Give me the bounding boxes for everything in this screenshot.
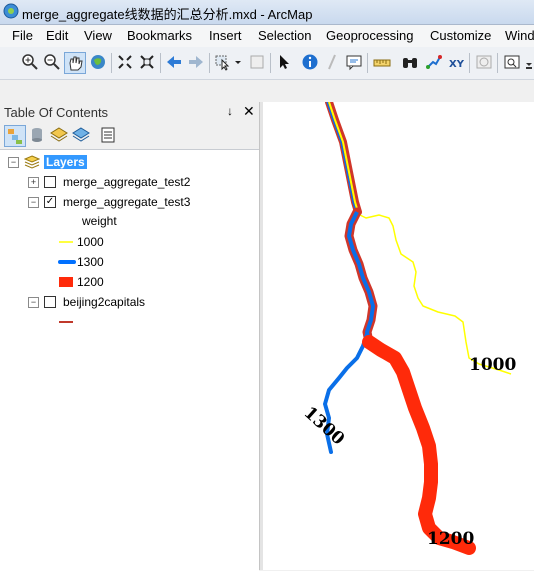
menu-view[interactable]: View xyxy=(84,28,112,43)
go-to-xy-icon[interactable]: XY xyxy=(446,52,466,72)
list-by-source-icon[interactable] xyxy=(27,125,47,145)
svg-text:XY: XY xyxy=(449,59,465,70)
route-1200 xyxy=(362,335,476,555)
toc-toolbar xyxy=(0,123,259,147)
legend-class-label: 1000 xyxy=(77,235,104,249)
fixed-zoom-out-icon[interactable] xyxy=(137,52,157,72)
list-by-selection-icon[interactable] xyxy=(71,125,91,145)
layer-visibility-checkbox[interactable] xyxy=(44,176,56,188)
toolbar-separator xyxy=(367,53,368,73)
legend-field-label: weight xyxy=(82,214,117,228)
measure-icon[interactable] xyxy=(372,52,392,72)
layer-name[interactable]: merge_aggregate_test3 xyxy=(63,195,190,209)
layer-row[interactable]: − beijing2capitals xyxy=(28,294,253,312)
back-icon[interactable] xyxy=(164,52,184,72)
toc-title: Table Of Contents xyxy=(4,105,109,120)
title-bar: merge_aggregate线数据的汇总分析.mxd - ArcMap xyxy=(0,0,534,25)
select-features-icon[interactable] xyxy=(213,52,233,72)
hyperlink-icon[interactable] xyxy=(322,52,342,72)
legend-symbol xyxy=(59,277,73,287)
arcmap-app-icon xyxy=(3,3,19,19)
tools-toolbar: XY xyxy=(0,47,534,80)
toolbar-separator xyxy=(160,53,161,73)
fixed-zoom-in-icon[interactable] xyxy=(115,52,135,72)
toc-tree: − Layers + merge_aggregate_test2 − ✓ mer… xyxy=(0,149,259,571)
list-by-drawing-order-icon[interactable] xyxy=(4,125,26,147)
legend-class-row[interactable] xyxy=(58,314,98,332)
collapse-icon[interactable]: − xyxy=(28,197,39,208)
toolbar-separator xyxy=(209,53,210,73)
layers-icon xyxy=(24,155,40,169)
menu-file[interactable]: File xyxy=(12,28,33,43)
map-canvas[interactable]: 1000 1300 1200 xyxy=(263,102,534,570)
map-view[interactable]: 1000 1300 1200 xyxy=(263,102,534,570)
legend-class-label: 1300 xyxy=(77,255,104,269)
time-slider-icon[interactable] xyxy=(474,52,494,72)
menu-insert[interactable]: Insert xyxy=(209,28,242,43)
map-label-1200: 1200 xyxy=(427,529,474,549)
zoom-in-icon[interactable] xyxy=(20,52,40,72)
layer-row[interactable]: − ✓ merge_aggregate_test3 xyxy=(28,194,253,212)
legend-class-label: 1200 xyxy=(77,275,104,289)
map-label-1300: 1300 xyxy=(300,403,349,450)
legend-symbol xyxy=(59,321,73,323)
list-by-visibility-icon[interactable] xyxy=(49,125,69,145)
identify-icon[interactable] xyxy=(300,52,320,72)
chevron-down-icon[interactable] xyxy=(234,52,242,72)
find-route-icon[interactable] xyxy=(424,52,444,72)
layer-row[interactable]: + merge_aggregate_test2 xyxy=(28,174,253,192)
layer-name[interactable]: merge_aggregate_test2 xyxy=(63,175,190,189)
pan-icon[interactable] xyxy=(64,52,86,74)
toolbar-gap xyxy=(0,80,534,102)
pin-icon[interactable]: ↓ xyxy=(227,104,233,118)
toolbar-separator xyxy=(270,53,271,73)
collapse-icon[interactable]: − xyxy=(8,157,19,168)
collapse-icon[interactable]: − xyxy=(28,297,39,308)
menu-customize[interactable]: Customize xyxy=(430,28,491,43)
legend-class-row[interactable]: 1300 xyxy=(58,254,248,272)
legend-class-row[interactable]: 1200 xyxy=(58,274,248,292)
legend-class-row[interactable]: 1000 xyxy=(58,234,248,252)
zoom-out-icon[interactable] xyxy=(42,52,62,72)
find-icon[interactable] xyxy=(400,52,420,72)
menu-windows[interactable]: Wind xyxy=(505,28,534,43)
toc-header: Table Of Contents ↓ ✕ xyxy=(0,102,259,122)
menu-selection[interactable]: Selection xyxy=(258,28,311,43)
create-viewer-icon[interactable] xyxy=(502,52,522,72)
forward-icon[interactable] xyxy=(186,52,206,72)
menu-edit[interactable]: Edit xyxy=(46,28,68,43)
select-elements-icon[interactable] xyxy=(274,52,294,72)
layer-visibility-checkbox[interactable] xyxy=(44,296,56,308)
close-icon[interactable]: ✕ xyxy=(243,103,255,120)
expand-icon[interactable]: + xyxy=(28,177,39,188)
clear-selection-icon[interactable] xyxy=(247,52,267,72)
table-of-contents-panel: Table Of Contents ↓ ✕ − Layers + merge_a… xyxy=(0,102,259,571)
toolbar-separator xyxy=(111,53,112,73)
layers-root-label[interactable]: Layers xyxy=(44,155,87,169)
full-extent-icon[interactable] xyxy=(88,52,108,72)
menu-geoprocessing[interactable]: Geoprocessing xyxy=(326,28,413,43)
layer-name[interactable]: beijing2capitals xyxy=(63,295,145,309)
toolbar-separator xyxy=(469,53,470,73)
options-icon[interactable] xyxy=(98,125,118,145)
layer-visibility-checkbox[interactable]: ✓ xyxy=(44,196,56,208)
map-label-1000: 1000 xyxy=(469,355,516,375)
legend-symbol xyxy=(59,241,73,243)
menu-bar: File Edit View Bookmarks Insert Selectio… xyxy=(0,25,534,47)
toolbar-separator xyxy=(497,53,498,73)
legend-symbol xyxy=(58,260,76,264)
window-title: merge_aggregate线数据的汇总分析.mxd - ArcMap xyxy=(22,7,313,22)
html-popup-icon[interactable] xyxy=(344,52,364,72)
menu-bookmarks[interactable]: Bookmarks xyxy=(127,28,192,43)
toolbar-overflow-icon[interactable] xyxy=(524,52,534,72)
layers-root-row[interactable]: − Layers xyxy=(8,154,248,172)
